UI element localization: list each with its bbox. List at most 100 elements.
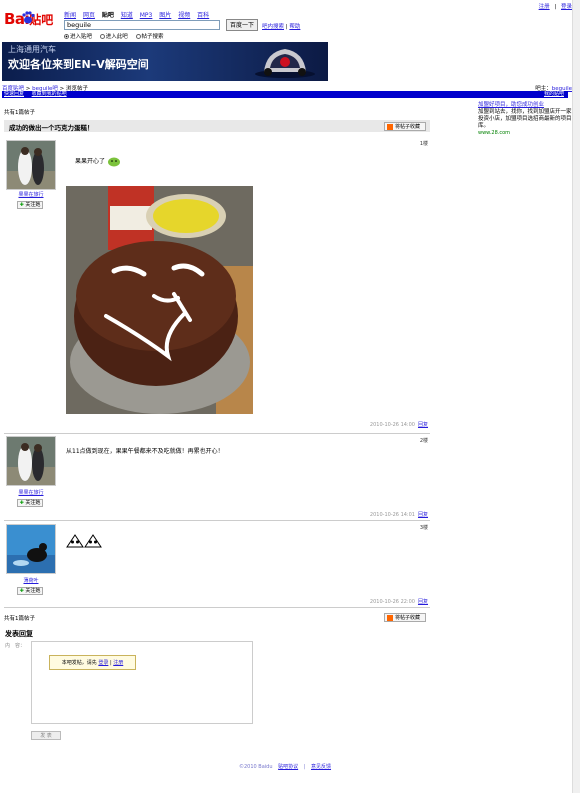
footer-agreement-link[interactable]: 贴吧协议 xyxy=(278,764,298,770)
sidebar-ad: 加盟好项目，助您成功创业 加盟到站去，找你，找到加盟店开一家投资小店，加盟项目选… xyxy=(478,102,572,137)
ad-banner[interactable]: 上海通用汽车 欢迎各位来到EN–V解码空间 xyxy=(2,42,328,81)
reply-link[interactable]: 回复 xyxy=(418,512,428,518)
post-meta: 2010-10-26 14:00 回复 xyxy=(370,421,428,428)
top-user-links: 注册 | 登录 xyxy=(538,4,572,10)
cake-photo[interactable] xyxy=(66,186,253,414)
avatar[interactable] xyxy=(6,524,56,574)
rss-icon xyxy=(387,615,393,621)
nav-tieba: 贴吧 xyxy=(101,12,114,19)
post-text: 从11点做到现在，果果午餐都来不及吃就做！再累也开心！ xyxy=(66,448,224,455)
vertical-scrollbar[interactable] xyxy=(572,0,580,793)
login-prompt-separator: | xyxy=(109,660,112,666)
login-link[interactable]: 登录 xyxy=(561,4,572,10)
follow-label: 关注她 xyxy=(25,588,41,594)
username[interactable]: 薄荷叶 xyxy=(4,577,58,584)
post-count-top: 共有1篇帖子 xyxy=(4,110,35,116)
nav-images[interactable]: 图片 xyxy=(159,12,171,19)
rss-button[interactable]: 将帖子收藏 xyxy=(384,122,426,131)
login-prompt-text: 本吧发帖，请先 xyxy=(61,660,97,666)
nav-web[interactable]: 网页 xyxy=(83,12,95,19)
footer: ©2010 Baidu 贴吧协议 | 意见反馈 xyxy=(238,764,332,770)
plus-icon: ✚ xyxy=(19,500,24,506)
post-floor-3: 薄荷叶 ✚ 关注她 3楼 2010-10-26 22:00 回复 xyxy=(4,521,430,606)
thread-toolbar: 快速回复 收藏到我的贴吧 我的贴吧 xyxy=(2,91,568,98)
footer-feedback-link[interactable]: 意见反馈 xyxy=(311,764,331,770)
rss-icon xyxy=(387,124,393,130)
post-time: 2010-10-26 22:00 xyxy=(369,599,415,605)
login-prompt-login-link[interactable]: 登录 xyxy=(98,660,108,666)
follow-button[interactable]: ✚ 关注她 xyxy=(17,499,43,507)
banner-line2: 欢迎各位来到EN–V解码空间 xyxy=(8,58,149,71)
radio-label: 进入此吧 xyxy=(105,34,128,40)
cake-photo-image xyxy=(66,186,253,414)
radio-label: 进入贴吧 xyxy=(70,34,93,40)
plus-icon: ✚ xyxy=(19,202,24,208)
avatar[interactable] xyxy=(6,140,56,190)
follow-button[interactable]: ✚ 关注她 xyxy=(17,587,43,595)
login-prompt-register-link[interactable]: 注册 xyxy=(113,660,123,666)
radio-unchecked-icon xyxy=(135,34,141,39)
reply-link[interactable]: 回复 xyxy=(418,599,428,605)
happy-emoticon-icon xyxy=(107,157,120,166)
search-input[interactable]: beguile xyxy=(64,20,220,30)
post-floor-1: 果果在旅行 ✚ 关注她 1楼 果果开心了 2010-10-26 14:00 回复 xyxy=(4,134,430,430)
post-text: 果果开心了 xyxy=(75,156,121,167)
follow-label: 关注她 xyxy=(25,202,41,208)
follow-button[interactable]: ✚ 关注她 xyxy=(17,201,43,209)
post-divider xyxy=(4,607,430,608)
footer-copyright: ©2010 Baidu xyxy=(238,764,273,770)
post-count-bottom: 共有1篇帖子 xyxy=(4,616,35,622)
post-time: 2010-10-26 14:01 xyxy=(369,512,415,518)
radio-enter-tieba[interactable]: 进入贴吧 xyxy=(64,34,92,40)
post-floor-2: 果果在旅行 ✚ 关注她 2楼 从11点做到现在，果果午餐都来不及吃就做！再累也开… xyxy=(4,434,430,519)
radio-checked-icon xyxy=(64,34,69,39)
nav-video[interactable]: 视频 xyxy=(178,12,190,19)
nav-zhidao[interactable]: 知道 xyxy=(121,12,133,19)
post-time: 2010-10-26 14:00 xyxy=(369,422,415,428)
post-meta: 2010-10-26 14:01 回复 xyxy=(370,511,428,518)
rss-button[interactable]: 将帖子收藏 xyxy=(384,613,426,622)
avatar-image xyxy=(7,141,55,189)
rss-label: 将帖子收藏 xyxy=(395,615,421,621)
post-meta: 2010-10-26 22:00 回复 xyxy=(370,598,428,605)
post-text xyxy=(66,533,102,551)
nav-baike[interactable]: 百科 xyxy=(197,12,209,19)
radio-enter-this-bar[interactable]: 进入此吧 xyxy=(99,34,128,40)
my-tieba-link[interactable]: 我的贴吧 xyxy=(544,91,564,98)
submit-button[interactable]: 发 表 xyxy=(31,731,61,740)
nav-mp3[interactable]: MP3 xyxy=(140,12,153,19)
paw-icon xyxy=(22,11,35,24)
rss-label: 将帖子收藏 xyxy=(395,124,421,130)
nav-news[interactable]: 新闻 xyxy=(64,12,76,19)
panda-emoticon-icon xyxy=(66,534,102,548)
sidebar-ad-title[interactable]: 加盟好项目，助您成功创业 xyxy=(478,102,572,109)
reply-link[interactable]: 回复 xyxy=(418,422,428,428)
reply-section-title: 发表回复 xyxy=(5,630,33,638)
favorite-link[interactable]: 收藏到我的贴吧 xyxy=(32,91,67,97)
thread-title: 成功的做出一个巧克力蛋糕！ xyxy=(9,124,94,132)
reply-content-label: 内 容： xyxy=(5,643,26,649)
post-text-content: 果果开心了 xyxy=(75,158,106,165)
search-button[interactable]: 百度一下 xyxy=(226,19,258,31)
car-image xyxy=(255,49,315,78)
username[interactable]: 果果在旅行 xyxy=(4,489,58,496)
username[interactable]: 果果在旅行 xyxy=(4,191,58,198)
quick-reply-link[interactable]: 快速回复 xyxy=(4,91,24,97)
baidu-tieba-logo[interactable]: Bai贴吧 xyxy=(4,10,60,32)
floor-number: 3楼 xyxy=(419,525,428,531)
in-bar-search-link[interactable]: 吧内搜索 xyxy=(262,24,284,30)
search-links: 吧内搜索 | 帮助 xyxy=(262,24,301,30)
plus-icon: ✚ xyxy=(19,588,24,594)
radio-post-search[interactable]: 帖子搜索 xyxy=(135,34,164,40)
banner-line1: 上海通用汽车 xyxy=(8,45,56,54)
help-link[interactable]: 帮助 xyxy=(289,24,300,30)
thread-header: 成功的做出一个巧克力蛋糕！ 将帖子收藏 xyxy=(4,120,430,132)
reply-editor[interactable] xyxy=(31,641,253,724)
avatar[interactable] xyxy=(6,436,56,486)
floor-number: 1楼 xyxy=(419,141,428,147)
sidebar-ad-url[interactable]: www.28.com xyxy=(478,130,572,137)
follow-label: 关注她 xyxy=(25,500,41,506)
search-mode-radios: 进入贴吧 进入此吧 帖子搜索 xyxy=(64,32,170,40)
radio-unchecked-icon xyxy=(99,34,105,39)
register-link[interactable]: 注册 xyxy=(539,4,550,10)
